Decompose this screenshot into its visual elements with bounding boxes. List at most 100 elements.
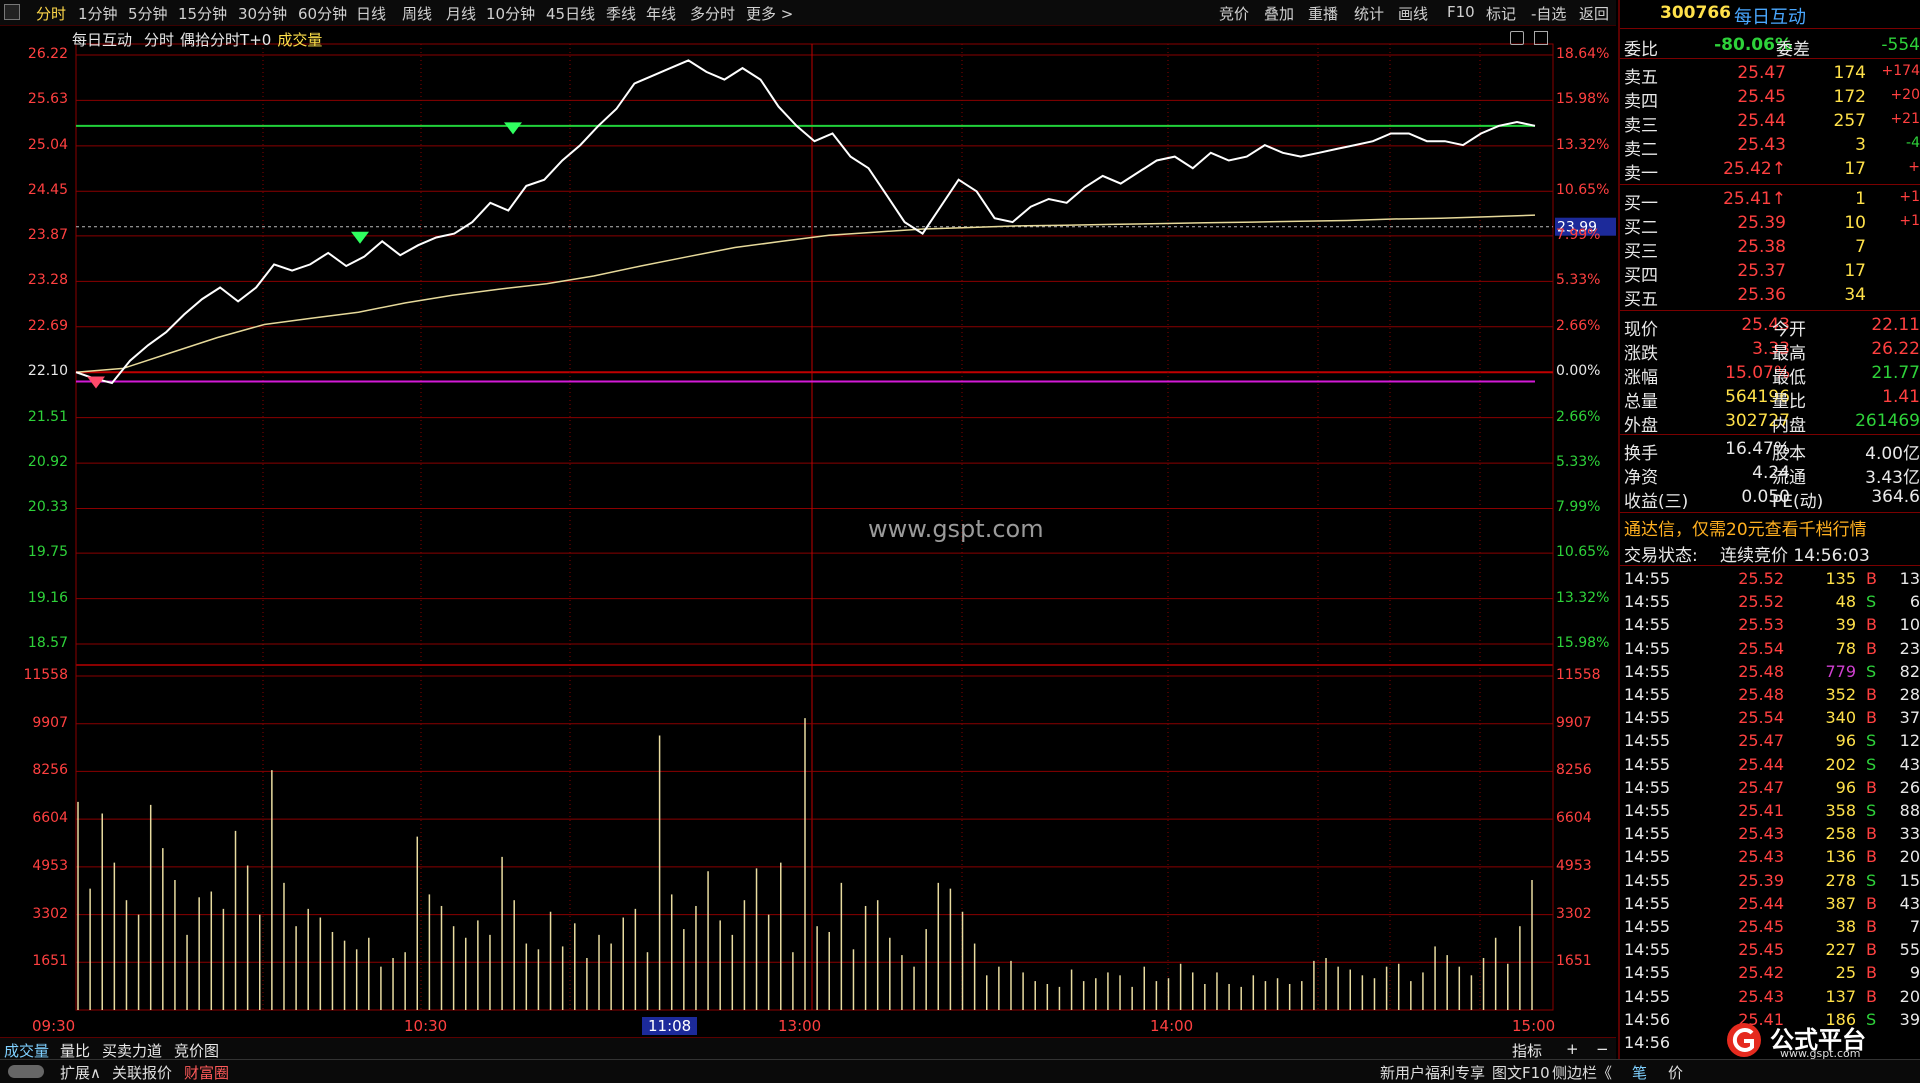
status-action-2[interactable]: 侧边栏《: [1552, 1062, 1612, 1083]
tick-side: S: [1866, 592, 1877, 612]
status-action-0[interactable]: 新用户福利专享: [1380, 1062, 1485, 1083]
tick-price: 25.53: [1738, 615, 1784, 635]
level-volume: 172: [1833, 87, 1866, 107]
period-tab-3[interactable]: 15分钟: [178, 3, 227, 24]
tick-count: 20: [1899, 847, 1920, 867]
tick-price: 25.47: [1738, 777, 1784, 797]
status-action-4[interactable]: 价: [1668, 1062, 1683, 1083]
level-price: 25.39: [1737, 213, 1786, 233]
period-tab-10[interactable]: 45日线: [546, 3, 595, 24]
stat-label: 最高: [1772, 344, 1806, 364]
period-tab-4[interactable]: 30分钟: [238, 3, 287, 24]
pct-tick-right: 5.33%: [1556, 454, 1601, 471]
period-tab-8[interactable]: 月线: [446, 3, 476, 24]
chart-overlay[interactable]: 偶拾分时T+0: [180, 31, 271, 49]
ask-row[interactable]: 卖五 25.47 174 +174: [1620, 62, 1920, 88]
period-tab-1[interactable]: 1分钟: [78, 3, 118, 24]
toolbar-action-2[interactable]: 重播: [1308, 3, 1338, 24]
pct-tick-right: 5.33%: [1556, 272, 1601, 289]
status-link-2[interactable]: 财富圈: [184, 1062, 229, 1083]
stat-row: 现价 25.43 今开 22.11: [1620, 314, 1920, 340]
promo-banner[interactable]: 通达信，仅需20元查看千档行情: [1620, 514, 1920, 540]
bid-row[interactable]: 买一 25.41↑ 1 +1: [1620, 188, 1920, 214]
tick-count: 15: [1899, 870, 1920, 890]
period-tab-5[interactable]: 60分钟: [298, 3, 347, 24]
tick-time: 14:55: [1624, 824, 1671, 844]
toolbar-action-5[interactable]: F10: [1447, 3, 1475, 21]
volume-tick-right: 1651: [1556, 953, 1592, 970]
period-tab-11[interactable]: 季线: [606, 3, 636, 24]
indicator-tab-3[interactable]: 竞价图: [174, 1040, 219, 1061]
volume-tick-left: 8256: [32, 762, 68, 779]
indicator-tabs: 成交量 量比 买卖力道 竞价图 指标 + −: [0, 1037, 1616, 1060]
bid-row[interactable]: 买四 25.37 17: [1620, 260, 1920, 286]
indicator-tab-1[interactable]: 量比: [60, 1040, 90, 1061]
price-tick-left: 23.28: [27, 272, 68, 289]
zoom-icon[interactable]: [1510, 31, 1524, 45]
promo-text[interactable]: 通达信，仅需20元查看千档行情: [1624, 515, 1867, 540]
status-link-1[interactable]: 关联报价: [112, 1062, 172, 1083]
tick-time: 14:56: [1624, 1009, 1671, 1029]
level-change: +21: [1890, 111, 1920, 127]
period-tab-14[interactable]: 更多 >: [746, 3, 793, 24]
indicator-control-0[interactable]: 指标: [1512, 1040, 1542, 1061]
tick-price: 25.54: [1738, 638, 1784, 658]
tick-count: 10: [1899, 615, 1920, 635]
stat-label: 涨跌: [1624, 344, 1658, 364]
toolbar-action-6[interactable]: 标记: [1486, 3, 1516, 24]
ask-row[interactable]: 卖一 25.42↑ 17 +: [1620, 158, 1920, 184]
indicator-tab-2[interactable]: 买卖力道: [102, 1040, 162, 1061]
toolbar-action-0[interactable]: 竞价: [1219, 3, 1249, 24]
ask-row[interactable]: 卖三 25.44 257 +21: [1620, 110, 1920, 136]
period-tab-2[interactable]: 5分钟: [128, 3, 168, 24]
period-tab-6[interactable]: 日线: [356, 3, 386, 24]
level-volume: 34: [1844, 285, 1866, 305]
chart-indicator[interactable]: 成交量: [277, 31, 322, 49]
period-tab-12[interactable]: 年线: [646, 3, 676, 24]
level-change: +20: [1890, 87, 1920, 103]
volume-tick-right: 6604: [1556, 810, 1592, 827]
status-action-1[interactable]: 图文F10: [1492, 1062, 1550, 1083]
period-tab-9[interactable]: 10分钟: [486, 3, 535, 24]
stat-label: 总量: [1624, 392, 1658, 412]
bid-row[interactable]: 买五 25.36 34: [1620, 284, 1920, 310]
toggle-switch[interactable]: [8, 1065, 44, 1078]
level-label: 卖五: [1624, 68, 1658, 88]
volume-tick-right: 9907: [1556, 714, 1592, 731]
pct-tick-right: 13.32%: [1556, 589, 1610, 606]
ask-row[interactable]: 卖四 25.45 172 +20: [1620, 86, 1920, 112]
tick-time: 14:55: [1624, 685, 1671, 704]
volume-tick-right: 3302: [1556, 905, 1592, 922]
ask-row[interactable]: 卖二 25.43 3 -4: [1620, 134, 1920, 160]
menu-icon[interactable]: [4, 4, 20, 20]
pct-tick-right: 15.98%: [1556, 635, 1610, 651]
tick-price: 25.45: [1738, 917, 1784, 936]
toolbar-action-1[interactable]: 叠加: [1264, 3, 1294, 24]
period-tab-13[interactable]: 多分时: [690, 3, 735, 24]
status-link-0[interactable]: 扩展∧: [60, 1062, 101, 1083]
toolbar-action-4[interactable]: 画线: [1398, 3, 1428, 24]
indicator-tab-0[interactable]: 成交量: [4, 1040, 49, 1061]
stat-value: 26.22: [1871, 339, 1920, 359]
price-tick-left: 24.45: [27, 182, 68, 199]
period-tab-7[interactable]: 周线: [402, 3, 432, 24]
indicator-control-2[interactable]: −: [1596, 1040, 1609, 1058]
toolbar-action-3[interactable]: 统计: [1354, 3, 1384, 24]
chart-mode: 分时: [144, 31, 175, 49]
tick-time: 14:55: [1624, 801, 1671, 820]
period-tab-0[interactable]: 分时: [36, 3, 66, 24]
tick-side: B: [1866, 569, 1877, 588]
bid-row[interactable]: 买三 25.38 7: [1620, 236, 1920, 262]
status-action-3[interactable]: 笔: [1632, 1062, 1647, 1083]
tick-count: 37: [1899, 708, 1920, 728]
level-price: 25.45: [1737, 87, 1786, 107]
wei-bi-label: 委比: [1624, 40, 1658, 60]
chart-canvas: 23.99: [75, 43, 1616, 1011]
indicator-control-1[interactable]: +: [1566, 1040, 1579, 1058]
window-icon[interactable]: [1534, 31, 1548, 45]
bid-row[interactable]: 买二 25.39 10 +1: [1620, 212, 1920, 238]
tick-side: B: [1866, 685, 1877, 704]
toolbar-action-7[interactable]: -自选: [1531, 3, 1566, 24]
tick-side: B: [1866, 824, 1877, 844]
toolbar-action-8[interactable]: 返回: [1579, 3, 1609, 24]
